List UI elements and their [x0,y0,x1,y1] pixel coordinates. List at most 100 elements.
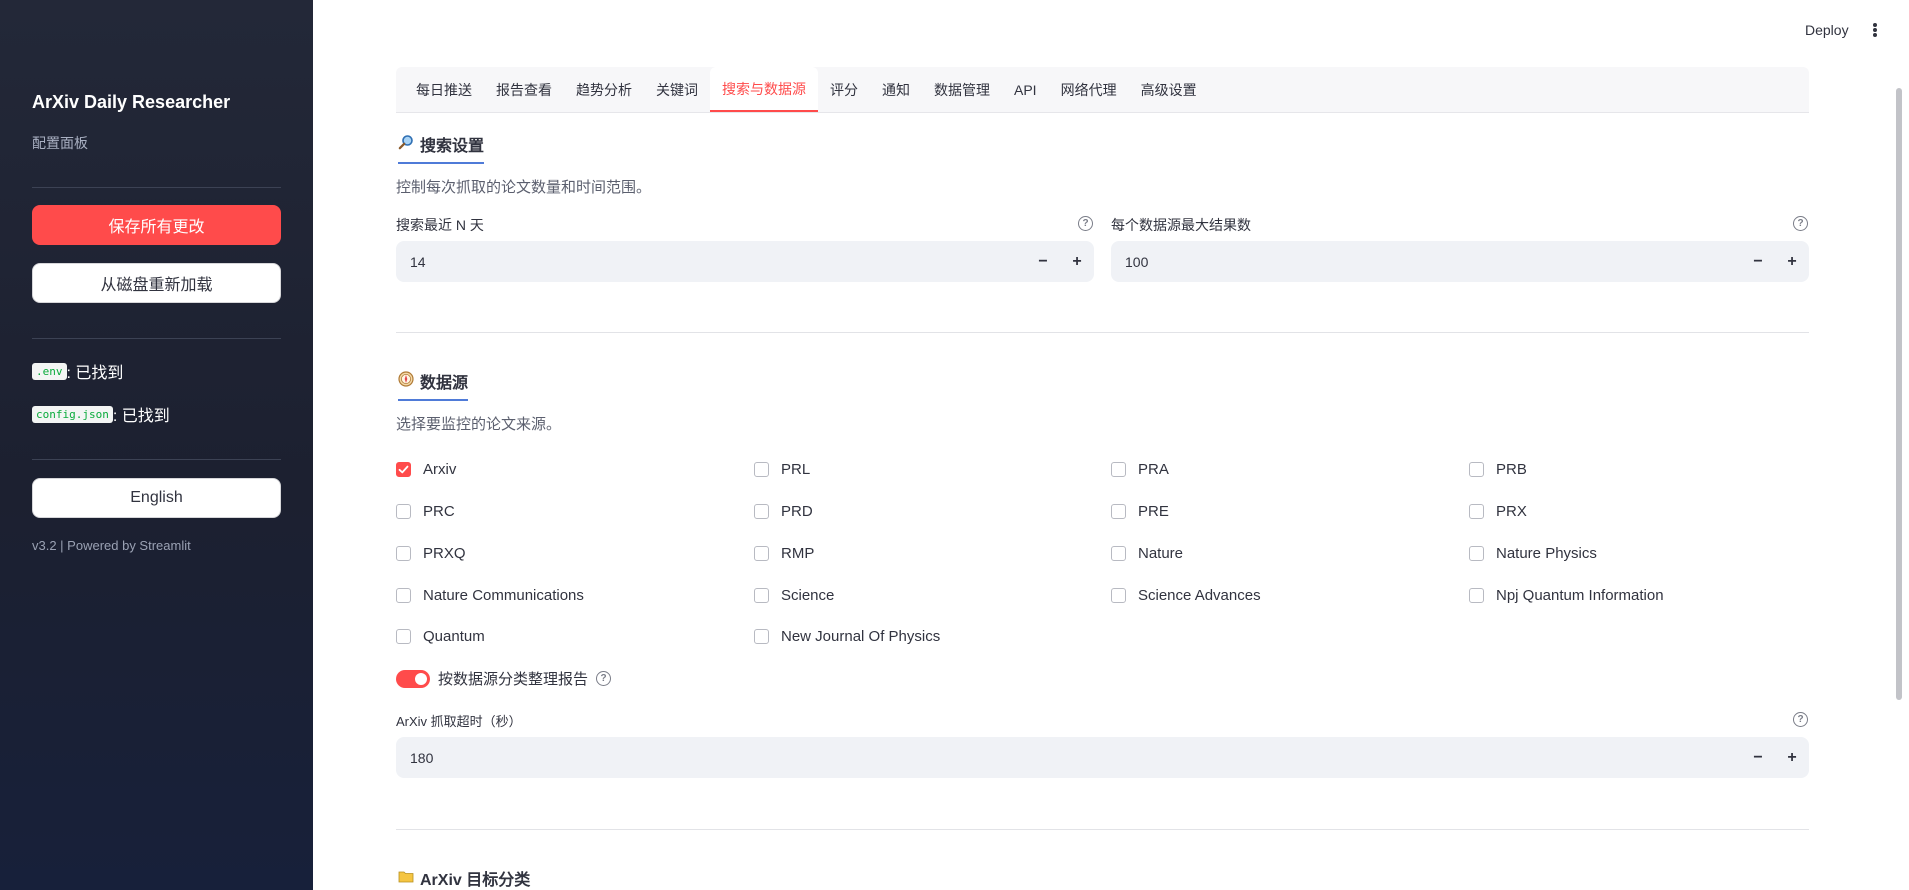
source-checkbox-label: RMP [781,545,815,562]
tab-search-sources[interactable]: 搜索与数据源 [710,67,818,112]
tab-network-proxy[interactable]: 网络代理 [1049,67,1129,112]
source-checkbox-nature-physics[interactable]: Nature Physics [1469,545,1597,562]
search-days-value[interactable]: 14 [396,254,1026,270]
checkbox-empty-icon[interactable] [396,588,411,603]
timeout-input[interactable]: 180 − + [396,737,1809,778]
source-checkbox-pra[interactable]: PRA [1111,461,1169,478]
checkbox-empty-icon[interactable] [1111,588,1126,603]
source-checkbox-label: PRA [1138,461,1169,478]
tab-api[interactable]: API [1002,67,1049,112]
source-checkbox-arxiv[interactable]: Arxiv [396,461,456,478]
source-checkbox-label: PRL [781,461,811,478]
source-checkbox-label: Nature Communications [423,587,584,604]
tab-daily-push[interactable]: 每日推送 [404,67,484,112]
source-checkbox-label: PRE [1138,503,1169,520]
checkbox-empty-icon[interactable] [754,546,769,561]
checkbox-empty-icon[interactable] [1469,588,1484,603]
section-divider [396,332,1809,333]
language-button[interactable]: English [32,478,281,518]
checkbox-empty-icon[interactable] [754,629,769,644]
categories-section-title: ArXiv 目标分类 [398,866,530,890]
checkbox-empty-icon[interactable] [396,504,411,519]
tab-report-view[interactable]: 报告查看 [484,67,564,112]
source-checkbox-label: PRB [1496,461,1527,478]
env-filename: .env [32,362,67,380]
categories-section-heading: ArXiv 目标分类 [420,872,531,889]
checkbox-empty-icon[interactable] [1111,462,1126,477]
config-filename: config.json [32,405,113,423]
source-checkbox-pre[interactable]: PRE [1111,503,1169,520]
checkbox-empty-icon[interactable] [754,588,769,603]
checkbox-empty-icon[interactable] [754,462,769,477]
env-status-text: : 已找到 [66,365,124,382]
source-checkbox-label: Nature [1138,545,1184,562]
save-all-button[interactable]: 保存所有更改 [32,205,281,245]
minus-icon[interactable]: − [1741,737,1775,778]
tab-data-management[interactable]: 数据管理 [922,67,1002,112]
source-checkbox-label: PRD [781,503,813,520]
source-checkbox-label: PRX [1496,503,1527,520]
group-by-source-help-icon[interactable]: ? [596,671,612,686]
source-checkbox-prb[interactable]: PRB [1469,461,1527,478]
tab-notifications[interactable]: 通知 [870,67,922,112]
env-status: .env : 已找到 [32,359,123,383]
source-checkbox-rmp[interactable]: RMP [754,545,814,562]
sources-section-heading: 数据源 [420,375,469,392]
source-checkbox-prc[interactable]: PRC [396,503,455,520]
timeout-value[interactable]: 180 [396,750,1741,766]
source-checkbox-label: PRXQ [423,545,466,562]
tab-keywords[interactable]: 关键词 [644,67,710,112]
scrollbar[interactable] [1896,88,1902,700]
max-results-help-icon[interactable]: ? [1793,216,1808,231]
source-checkbox-science-advances[interactable]: Science Advances [1111,587,1261,604]
plus-icon[interactable]: + [1060,241,1094,282]
plus-icon[interactable]: + [1775,241,1809,282]
source-checkbox-label: Science Advances [1138,587,1261,604]
tab-trend-analysis[interactable]: 趋势分析 [564,67,644,112]
checkbox-empty-icon[interactable] [1469,546,1484,561]
search-section-heading: 搜索设置 [420,138,485,155]
search-section-description: 控制每次抓取的论文数量和时间范围。 [396,179,652,196]
checkbox-empty-icon[interactable] [1469,504,1484,519]
max-results-value[interactable]: 100 [1111,254,1741,270]
main-menu-icon[interactable] [1868,20,1882,40]
source-checkbox-npj-quantum-information[interactable]: Npj Quantum Information [1469,587,1664,604]
tab-scoring[interactable]: 评分 [818,67,870,112]
tab-advanced-settings[interactable]: 高级设置 [1129,67,1209,112]
checkbox-checked-icon[interactable] [396,462,411,477]
source-checkbox-quantum[interactable]: Quantum [396,628,485,645]
reload-from-disk-button[interactable]: 从磁盘重新加载 [32,263,281,303]
source-checkbox-prl[interactable]: PRL [754,461,810,478]
sources-section-title: 数据源 [398,369,469,401]
search-days-help-icon[interactable]: ? [1078,216,1093,231]
deploy-button[interactable]: Deploy [1805,22,1849,38]
checkbox-empty-icon[interactable] [396,546,411,561]
source-checkbox-new-journal-of-physics[interactable]: New Journal Of Physics [754,628,940,645]
checkbox-empty-icon[interactable] [1111,504,1126,519]
checkbox-empty-icon[interactable] [396,629,411,644]
source-checkbox-science[interactable]: Science [754,587,834,604]
source-checkbox-prxq[interactable]: PRXQ [396,545,466,562]
source-checkbox-nature-communications[interactable]: Nature Communications [396,587,584,604]
source-checkbox-label: New Journal Of Physics [781,628,941,645]
max-results-input[interactable]: 100 − + [1111,241,1809,282]
source-checkbox-label: Arxiv [423,461,457,478]
source-checkbox-prd[interactable]: PRD [754,503,813,520]
group-by-source-toggle[interactable] [396,670,430,688]
group-by-source-label-row: 按数据源分类整理报告 ? [438,668,612,689]
checkbox-empty-icon[interactable] [1469,462,1484,477]
minus-icon[interactable]: − [1741,241,1775,282]
minus-icon[interactable]: − [1026,241,1060,282]
checkbox-empty-icon[interactable] [1111,546,1126,561]
app-subtitle: 配置面板 [32,135,88,151]
group-by-source-label: 按数据源分类整理报告 [438,671,589,688]
timeout-help-icon[interactable]: ? [1793,712,1808,727]
source-checkbox-label: Npj Quantum Information [1496,587,1664,604]
source-checkbox-prx[interactable]: PRX [1469,503,1527,520]
section-divider [396,829,1809,830]
source-checkbox-nature[interactable]: Nature [1111,545,1183,562]
source-checkbox-label: Quantum [423,628,485,645]
checkbox-empty-icon[interactable] [754,504,769,519]
plus-icon[interactable]: + [1775,737,1809,778]
search-days-input[interactable]: 14 − + [396,241,1094,282]
